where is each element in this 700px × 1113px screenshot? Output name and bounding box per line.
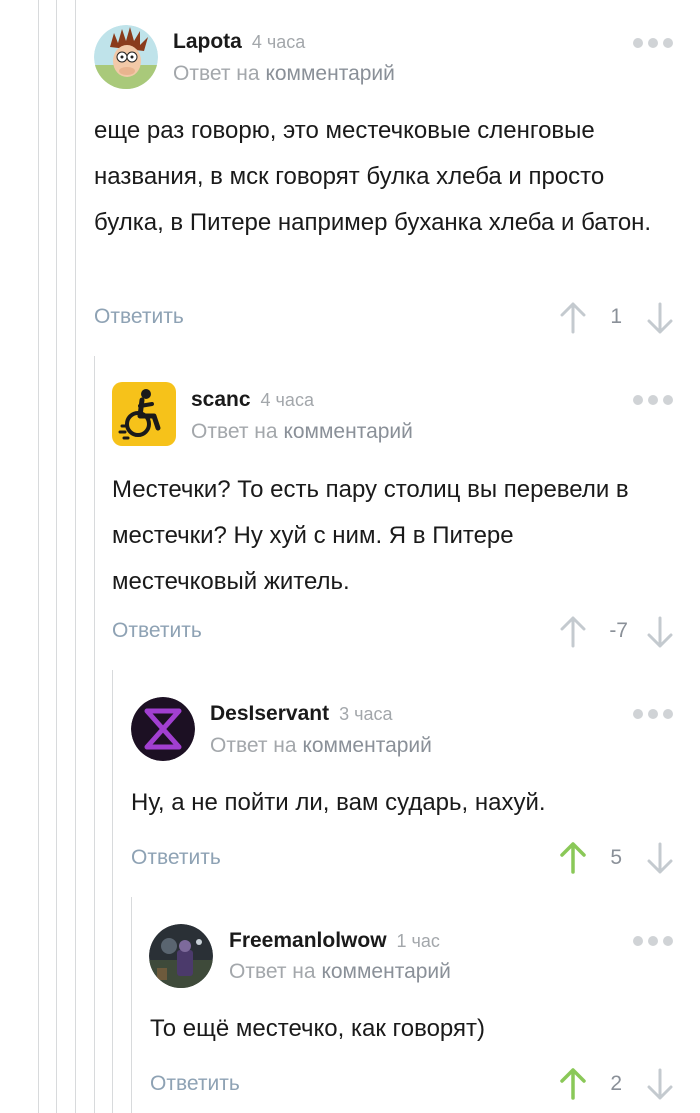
timestamp: 3 часа <box>339 704 393 724</box>
reply-to: Ответ на комментарий <box>191 420 413 443</box>
comment-text: еще раз говорю, это местечковые сленговы… <box>94 117 652 236</box>
more-dots-icon[interactable] <box>633 707 673 721</box>
rating: -7 <box>609 619 628 642</box>
reply-button[interactable]: Ответить <box>150 1072 240 1096</box>
reply-button[interactable]: Ответить <box>94 305 184 329</box>
avatar[interactable] <box>131 697 195 761</box>
arrow-up-icon[interactable] <box>559 616 587 648</box>
timestamp: 1 час <box>396 931 440 951</box>
rating: 1 <box>610 305 622 328</box>
thread-line-3 <box>75 0 76 1113</box>
reply-to: Ответ на комментарий <box>210 734 432 757</box>
timestamp: 4 часа <box>251 32 306 52</box>
username[interactable]: Lapota 4 часа <box>173 30 305 54</box>
arrow-down-icon[interactable] <box>646 302 674 334</box>
timestamp: 4 часа <box>260 390 314 410</box>
reply-button[interactable]: Ответить <box>131 846 221 870</box>
thread-line-2 <box>56 0 57 1113</box>
username[interactable]: scanc 4 часа <box>191 388 314 412</box>
reply-to: Ответ на комментарий <box>173 62 395 85</box>
rating: 5 <box>610 846 622 869</box>
arrow-down-icon[interactable] <box>646 1068 674 1100</box>
reply-to-link[interactable]: комментарий <box>265 62 394 85</box>
more-dots-icon[interactable] <box>633 934 673 948</box>
thread-line-4 <box>94 356 95 1113</box>
more-dots-icon[interactable] <box>633 36 673 50</box>
avatar[interactable] <box>112 382 176 446</box>
comment-text: Ну, а не пойти ли, вам сударь, нахуй. <box>131 789 546 816</box>
comment-text: Местечки? То есть пару столиц вы перевел… <box>112 476 629 595</box>
thread-line-1 <box>38 0 39 1113</box>
thread-line-5 <box>112 670 113 1113</box>
reply-to-link[interactable]: комментарий <box>283 420 412 443</box>
username[interactable]: Freemanlolwow 1 час <box>229 929 440 953</box>
arrow-down-icon[interactable] <box>646 616 674 648</box>
more-dots-icon[interactable] <box>633 393 673 407</box>
arrow-down-icon[interactable] <box>646 842 674 874</box>
avatar[interactable] <box>94 25 158 89</box>
comment-text: То ещё местечко, как говорят) <box>150 1015 485 1042</box>
reply-to: Ответ на комментарий <box>229 960 451 983</box>
reply-to-link[interactable]: комментарий <box>321 960 450 983</box>
reply-to-link[interactable]: комментарий <box>302 734 431 757</box>
rating: 2 <box>610 1072 622 1095</box>
thread-line-6 <box>131 897 132 1113</box>
avatar[interactable] <box>149 924 213 988</box>
username[interactable]: DesIservant 3 часа <box>210 702 393 726</box>
reply-button[interactable]: Ответить <box>112 619 202 643</box>
